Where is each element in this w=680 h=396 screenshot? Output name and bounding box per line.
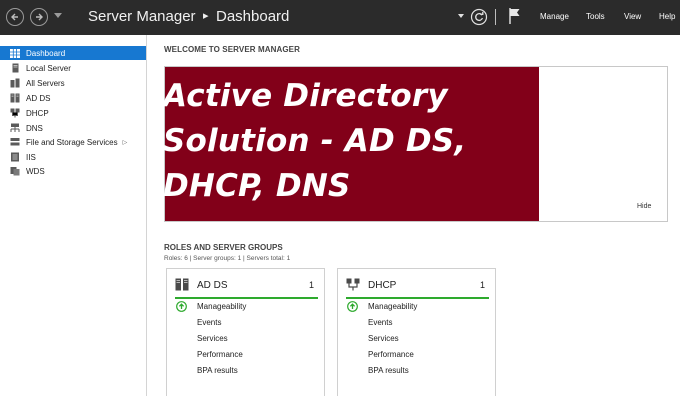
dhcp-icon: [10, 108, 20, 118]
card-title: DHCP: [368, 280, 397, 291]
status-bar-green: [346, 297, 489, 299]
title-bar: Server Manager ▸ Dashboard Manage Tools …: [0, 0, 680, 35]
card-row-performance[interactable]: Performance: [368, 350, 414, 359]
card-row-bpa-results[interactable]: BPA results: [197, 366, 238, 375]
wds-icon: [10, 166, 20, 176]
banner-line-2: Solution - AD DS,: [163, 123, 467, 159]
card-row-manageability[interactable]: Manageability: [368, 302, 417, 311]
menu-help[interactable]: Help: [659, 12, 675, 21]
history-dropdown-icon[interactable]: [54, 13, 62, 19]
refresh-icon[interactable]: [470, 8, 488, 26]
sidebar-item-ad-ds[interactable]: AD DS: [0, 91, 146, 105]
status-up-icon: [176, 301, 187, 312]
roles-heading: ROLES AND SERVER GROUPS: [164, 243, 283, 252]
sidebar-item-dhcp[interactable]: DHCP: [0, 106, 146, 120]
notifications-flag-icon[interactable]: [508, 7, 522, 25]
breadcrumb-app[interactable]: Server Manager: [88, 8, 196, 25]
status-up-icon: [347, 301, 358, 312]
banner-line-3: DHCP, DNS: [163, 168, 351, 204]
back-arrow-icon[interactable]: [6, 8, 24, 26]
sidebar-item-label: AD DS: [26, 93, 51, 103]
menu-tools[interactable]: Tools: [586, 12, 605, 21]
forward-arrow-icon[interactable]: [30, 8, 48, 26]
ad-ds-icon: [10, 93, 20, 103]
hide-welcome-link[interactable]: Hide: [637, 203, 651, 210]
card-row-bpa-results[interactable]: BPA results: [368, 366, 409, 375]
sidebar-item-label: IIS: [26, 152, 36, 162]
dhcp-icon: [346, 278, 360, 291]
server-icon: [10, 63, 20, 73]
sidebar-item-dns[interactable]: DNS: [0, 121, 146, 135]
card-count: 1: [308, 280, 314, 290]
sidebar-item-wds[interactable]: WDS: [0, 164, 146, 178]
roles-summary: Roles: 6 | Server groups: 1 | Servers to…: [164, 255, 291, 262]
banner-line-1: Active Directory: [163, 78, 448, 114]
status-bar-green: [175, 297, 318, 299]
storage-icon: [10, 137, 20, 147]
card-row-manageability[interactable]: Manageability: [197, 302, 246, 311]
card-header[interactable]: DHCP 1: [338, 269, 495, 299]
refresh-dropdown-icon[interactable]: [458, 14, 464, 19]
card-row-services[interactable]: Services: [197, 334, 228, 343]
iis-icon: [10, 152, 20, 162]
card-header[interactable]: AD DS 1: [167, 269, 324, 299]
sidebar-item-label: DHCP: [26, 108, 49, 118]
role-card-ad-ds[interactable]: AD DS 1 Manageability Events Services Pe…: [166, 268, 325, 396]
welcome-heading: WELCOME TO SERVER MANAGER: [164, 45, 300, 54]
sidebar-item-dashboard[interactable]: Dashboard: [0, 46, 146, 60]
sidebar-item-label: Local Server: [26, 63, 71, 73]
sidebar-item-label: Dashboard: [26, 48, 66, 58]
sidebar-item-local-server[interactable]: Local Server: [0, 61, 146, 75]
expand-arrow-icon[interactable]: ▷: [123, 139, 128, 146]
card-row-events[interactable]: Events: [368, 318, 392, 327]
menu-manage[interactable]: Manage: [540, 12, 569, 21]
sidebar-item-file-storage[interactable]: File and Storage Services ▷: [0, 135, 146, 149]
card-row-performance[interactable]: Performance: [197, 350, 243, 359]
menu-view[interactable]: View: [624, 12, 641, 21]
card-row-services[interactable]: Services: [368, 334, 399, 343]
dns-icon: [10, 123, 20, 133]
sidebar-item-all-servers[interactable]: All Servers: [0, 76, 146, 90]
sidebar-item-label: DNS: [26, 123, 43, 133]
breadcrumb-page: Dashboard: [216, 8, 290, 25]
sidebar-item-label: WDS: [26, 166, 45, 176]
role-card-dhcp[interactable]: DHCP 1 Manageability Events Services Per…: [337, 268, 496, 396]
banner-text: Active Directory Solution - AD DS, DHCP,…: [163, 74, 563, 209]
dashboard-grid-icon: [10, 48, 20, 58]
card-count: 1: [479, 280, 485, 290]
servers-icon: [10, 78, 20, 88]
sidebar-item-label: All Servers: [26, 78, 65, 88]
card-title: AD DS: [197, 280, 228, 291]
breadcrumb-separator-icon: ▸: [203, 10, 209, 22]
sidebar-item-label: File and Storage Services: [26, 137, 118, 147]
toolbar-divider: [495, 9, 496, 25]
sidebar: Dashboard Local Server All Servers AD DS…: [0, 35, 147, 396]
ad-ds-icon: [175, 278, 189, 291]
card-row-events[interactable]: Events: [197, 318, 221, 327]
sidebar-item-iis[interactable]: IIS: [0, 150, 146, 164]
